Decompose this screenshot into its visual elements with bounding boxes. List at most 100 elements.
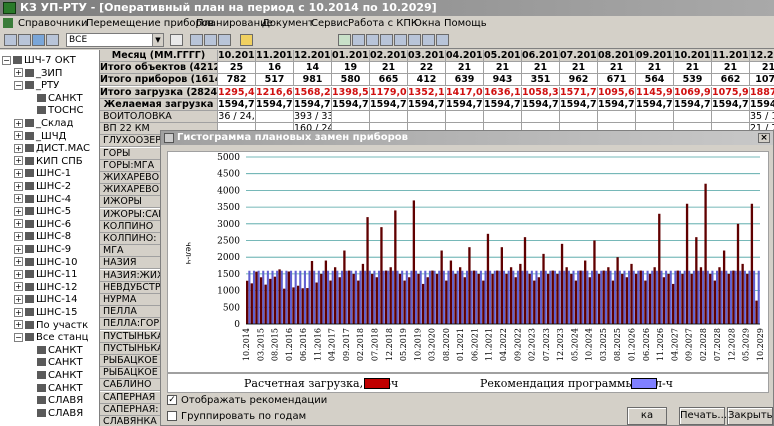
grid-cell[interactable] <box>712 111 750 123</box>
grid-row[interactable]: Итого объектов (4212) 25 16 14 19 21 22 21 21 21 2… <box>100 62 774 75</box>
grid-row[interactable]: Желаемая загрузка1594,721594,721594,7215… <box>100 98 774 111</box>
expand-icon[interactable]: + <box>14 219 23 229</box>
tree-node[interactable]: + ШНС-15 <box>14 306 78 319</box>
tree-node[interactable]: + ШНС-8 <box>14 230 71 243</box>
grid-cell[interactable]: 01.2015 <box>332 50 370 62</box>
menu-reference-books[interactable]: Справочники <box>18 16 88 31</box>
grid-cell[interactable] <box>408 111 446 123</box>
grid-cell[interactable]: 03.2015 <box>408 50 446 62</box>
tree-node[interactable]: + ШНС-4 <box>14 193 71 206</box>
grid-cell[interactable]: 21 <box>636 62 674 75</box>
expand-icon[interactable]: + <box>14 181 23 191</box>
grid-row[interactable]: Итого приборов (161428)78251798158066541… <box>100 74 774 87</box>
menu-pda[interactable]: Работа с КПК <box>348 16 418 31</box>
grid-cell[interactable]: 21 <box>370 62 408 75</box>
grid-cell[interactable]: 21 <box>484 62 522 75</box>
collapse-icon[interactable]: − <box>14 80 23 90</box>
tree-node[interactable]: − ШЧ-7 ОКТ <box>2 54 76 67</box>
grid-cell[interactable]: 10.2015 <box>674 50 712 62</box>
menu-service[interactable]: Сервис <box>311 16 348 31</box>
tree-node[interactable]: + ШНС-5 <box>14 205 71 218</box>
open-icon[interactable] <box>32 34 45 46</box>
grid-cell[interactable]: 1594,72 <box>598 98 636 111</box>
grid-cell[interactable]: 10.2014 <box>218 50 256 62</box>
close-icon[interactable]: × <box>758 133 770 143</box>
histogram-icon[interactable] <box>408 34 421 46</box>
grid-cell[interactable]: 14 <box>294 62 332 75</box>
grid-icon[interactable] <box>380 34 393 46</box>
collapse-icon[interactable]: − <box>2 55 11 65</box>
report-icon[interactable] <box>422 34 435 46</box>
expand-icon[interactable]: + <box>14 320 23 330</box>
menu-help[interactable]: Помощь <box>444 16 487 31</box>
mdi-doc-icon[interactable] <box>3 18 13 28</box>
expand-icon[interactable]: + <box>14 231 23 241</box>
grid-cell[interactable]: 1636,11 <box>484 86 522 99</box>
grid-cell[interactable]: 21 <box>446 62 484 75</box>
grid-cell[interactable]: 36 / 24, <box>218 111 256 123</box>
grid-cell[interactable]: 517 <box>256 74 294 87</box>
grid-cell[interactable] <box>484 111 522 123</box>
expand-icon[interactable]: + <box>14 156 23 166</box>
grid-cell[interactable]: 1398,54 <box>332 86 370 99</box>
tree-node[interactable]: − Все станц <box>14 331 89 344</box>
grid-cell[interactable]: 11.2014 <box>256 50 294 62</box>
grid-cell[interactable]: 22 <box>408 62 446 75</box>
grid-cell[interactable]: 671 <box>598 74 636 87</box>
tree-node[interactable]: + _ЗИП <box>14 67 62 80</box>
grid-cell[interactable]: 1594,72 <box>256 98 294 111</box>
grid-cell[interactable] <box>522 111 560 123</box>
table-icon[interactable] <box>218 34 231 46</box>
grid-cell[interactable]: 1352,14 <box>408 86 446 99</box>
tree-node[interactable]: СЛАВЯ <box>26 407 83 420</box>
grid-cell[interactable]: 04.2015 <box>446 50 484 62</box>
tree-node[interactable]: + ДИСТ.МАС <box>14 142 90 155</box>
save-icon[interactable] <box>4 34 17 46</box>
grid-cell[interactable] <box>446 111 484 123</box>
grid-cell[interactable]: 1058,32 <box>522 86 560 99</box>
grid-cell[interactable]: 1568,26 <box>294 86 332 99</box>
grid-cell[interactable]: 21 <box>712 62 750 75</box>
grid-cell[interactable]: 21 <box>560 62 598 75</box>
grid-cell[interactable]: 981 <box>294 74 332 87</box>
grid-cell[interactable]: 11.2015 <box>712 50 750 62</box>
grid-cell[interactable]: 1078 <box>750 74 774 87</box>
grid-cell[interactable]: 16 <box>256 62 294 75</box>
tree-node[interactable]: + _ШЧД <box>14 130 66 143</box>
grid-cell[interactable]: 1179,06 <box>370 86 408 99</box>
settings-icon[interactable] <box>394 34 407 46</box>
grid-cell[interactable]: 1594,72 <box>446 98 484 111</box>
grid-cell[interactable]: 1417,02 <box>446 86 484 99</box>
tree-node[interactable]: + ШНС-9 <box>14 243 71 256</box>
expand-icon[interactable]: + <box>14 257 23 267</box>
grid-cell[interactable]: 665 <box>370 74 408 87</box>
list-icon[interactable] <box>204 34 217 46</box>
grid-cell[interactable]: 21 <box>674 62 712 75</box>
calc-icon[interactable] <box>352 34 365 46</box>
tree-node[interactable]: − _РТУ <box>14 79 59 92</box>
expand-icon[interactable]: + <box>14 68 23 78</box>
expand-icon[interactable]: + <box>14 294 23 304</box>
grid-cell[interactable]: 580 <box>332 74 370 87</box>
grid-cell[interactable]: 07.2015 <box>560 50 598 62</box>
grid-header-row[interactable]: Месяц (ММ.ГГГГ)10.201411.201412.201401.2… <box>100 50 774 62</box>
grid-cell[interactable] <box>256 111 294 123</box>
grid-cell[interactable]: 12.2015 <box>750 50 774 62</box>
tree-node[interactable]: + ШНС-14 <box>14 293 78 306</box>
grid-cell[interactable]: 962 <box>560 74 598 87</box>
tree-node[interactable]: ТОСНС <box>26 104 83 117</box>
grid-cell[interactable]: 21 <box>750 62 774 75</box>
collapse-icon[interactable]: − <box>14 332 23 342</box>
menu-device-movement[interactable]: Перемещение приборов <box>86 16 214 31</box>
tree-node[interactable]: САНКТ <box>26 92 83 105</box>
menu-windows[interactable]: Окна <box>414 16 441 31</box>
expand-icon[interactable]: + <box>14 269 23 279</box>
grid-cell[interactable]: 1075,99 <box>712 86 750 99</box>
expand-icon[interactable]: + <box>14 244 23 254</box>
grid-cell[interactable]: 662 <box>712 74 750 87</box>
tree-node[interactable]: САНКТ <box>26 344 83 357</box>
grid-cell[interactable]: 02.2015 <box>370 50 408 62</box>
grid-cell[interactable]: 1594,72 <box>674 98 712 111</box>
grid-cell[interactable] <box>560 111 598 123</box>
expand-icon[interactable]: + <box>14 206 23 216</box>
